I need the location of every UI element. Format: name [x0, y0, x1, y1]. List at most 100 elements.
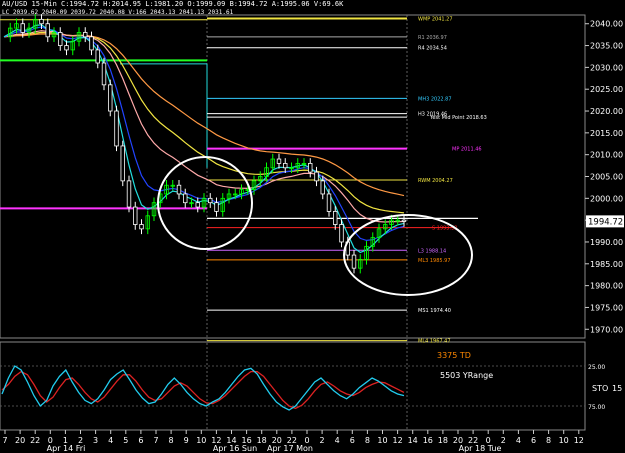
- time-tick-label: 4: [108, 436, 113, 445]
- annotation-ellipse-2: [343, 214, 473, 296]
- time-tick-label: 8: [169, 436, 174, 445]
- time-tick-label: 2: [501, 436, 506, 445]
- candle-body: [176, 184, 182, 195]
- last-price-label: 1994.72: [588, 217, 623, 227]
- time-tick-label: 4: [335, 436, 340, 445]
- candle-body: [401, 219, 407, 222]
- time-tick-label: 7: [2, 436, 7, 445]
- time-tick-label: 14: [408, 436, 418, 445]
- candle-body: [276, 158, 282, 164]
- sto-tick-label: 75.00: [588, 404, 605, 411]
- sto-range-label: 5503 YRange: [440, 371, 493, 380]
- candle-body: [45, 23, 50, 38]
- time-tick-label: 2: [320, 436, 325, 445]
- annotation-ellipse-1: [157, 156, 253, 250]
- time-tick-label: 3: [93, 436, 98, 445]
- candle-body: [183, 193, 188, 204]
- level-label-10: ML3 1985.97: [418, 258, 451, 264]
- time-tick-label: 9: [184, 436, 189, 445]
- level-label-6: MP 2011.46: [452, 147, 482, 153]
- candle-body: [39, 18, 44, 25]
- sto-name-label: STO: [592, 384, 608, 393]
- price-tick-label: 2035.00: [590, 42, 623, 51]
- price-tick-label: 2025.00: [590, 85, 623, 94]
- time-tick-label: 8: [365, 436, 370, 445]
- candle-body: [58, 32, 63, 46]
- price-tick-label: 1970.00: [590, 325, 623, 334]
- sto-value-label: 15: [612, 384, 622, 393]
- time-tick-label: 12: [574, 436, 584, 445]
- level-label-0: WMP 2041.27: [418, 16, 453, 22]
- price-tick-label: 1985.00: [590, 260, 623, 269]
- time-tick-label: 4: [516, 436, 521, 445]
- candle-body: [126, 180, 132, 208]
- candle-body: [95, 49, 100, 64]
- price-tick-label: 2000.00: [590, 194, 623, 203]
- price-tick-label: 2030.00: [590, 63, 623, 72]
- candle-body: [320, 180, 325, 195]
- candle-body: [20, 23, 25, 33]
- time-tick-label: 5: [123, 436, 128, 445]
- candle-body: [114, 110, 119, 147]
- level-label-11: MS1 1974.40: [418, 308, 451, 314]
- candle-body: [208, 197, 213, 204]
- level-label-3: MH3 2022.87: [418, 96, 452, 102]
- day-label: Apr 17 Mon: [267, 444, 313, 453]
- day-label: Apr 18 Tue: [459, 444, 502, 453]
- sto-td-label: 3375 TD: [437, 351, 471, 360]
- candle-body: [83, 32, 88, 38]
- candle-body: [133, 206, 138, 225]
- candle-body: [89, 36, 94, 51]
- candle-body: [351, 254, 357, 269]
- price-tick-label: 2015.00: [590, 129, 623, 138]
- price-chart[interactable]: 2040.002035.002030.002025.002020.002015.…: [0, 0, 625, 453]
- level-label-12: ML4 1967.47: [418, 339, 451, 345]
- time-tick-label: 7: [153, 436, 158, 445]
- time-tick-label: 6: [138, 436, 143, 445]
- sto-d-line: [1, 370, 405, 410]
- candle-body: [333, 211, 338, 225]
- price-tick-label: 2020.00: [590, 107, 623, 116]
- time-tick-label: 18: [257, 436, 267, 445]
- time-tick-label: 22: [30, 436, 40, 445]
- candle-body: [214, 202, 219, 212]
- candle-body: [108, 84, 113, 112]
- candle-body: [120, 145, 125, 182]
- sto-k-line: [1, 365, 405, 411]
- level-label-2: R4 2034.54: [418, 46, 447, 52]
- candle-body: [101, 62, 107, 86]
- time-tick-label: 6: [531, 436, 536, 445]
- time-tick-label: 16: [423, 436, 433, 445]
- level-label-7: RWM 2004.27: [418, 178, 453, 184]
- level-label-5: Yest Mid Point 2018.63: [429, 115, 487, 121]
- price-tick-label: 1990.00: [590, 238, 623, 247]
- time-tick-label: 20: [15, 436, 25, 445]
- sto-tick-label: 25.00: [588, 364, 605, 371]
- candle-body: [139, 224, 144, 230]
- time-tick-label: 12: [393, 436, 403, 445]
- time-tick-label: 18: [438, 436, 448, 445]
- candle-body: [195, 202, 200, 208]
- day-label: Apr 16 Sun: [213, 444, 257, 453]
- candle-body: [314, 171, 319, 182]
- time-tick-label: 10: [196, 436, 206, 445]
- time-tick-label: 10: [377, 436, 387, 445]
- chart-window: AU/USD 15-Min C:1994.72 H:2014.95 L:1981…: [0, 0, 625, 453]
- price-tick-label: 1980.00: [590, 282, 623, 291]
- candle-body: [308, 163, 313, 173]
- candle-body: [339, 224, 344, 243]
- price-tick-label: 2010.00: [590, 151, 623, 160]
- candle-body: [326, 193, 332, 212]
- level-label-9: L3 1988.14: [418, 248, 446, 254]
- time-tick-label: 8: [546, 436, 551, 445]
- candle-body: [64, 45, 69, 51]
- time-tick-label: 6: [350, 436, 355, 445]
- indicator-panel-frame: [0, 341, 586, 431]
- day-label: Apr 14 Fri: [47, 444, 86, 453]
- price-tick-label: 1975.00: [590, 303, 623, 312]
- time-tick-label: 10: [559, 436, 569, 445]
- price-tick-label: 2040.00: [590, 20, 623, 29]
- price-tick-label: 2005.00: [590, 173, 623, 182]
- ma-orange-line: [3, 33, 405, 197]
- candle-body: [283, 163, 288, 169]
